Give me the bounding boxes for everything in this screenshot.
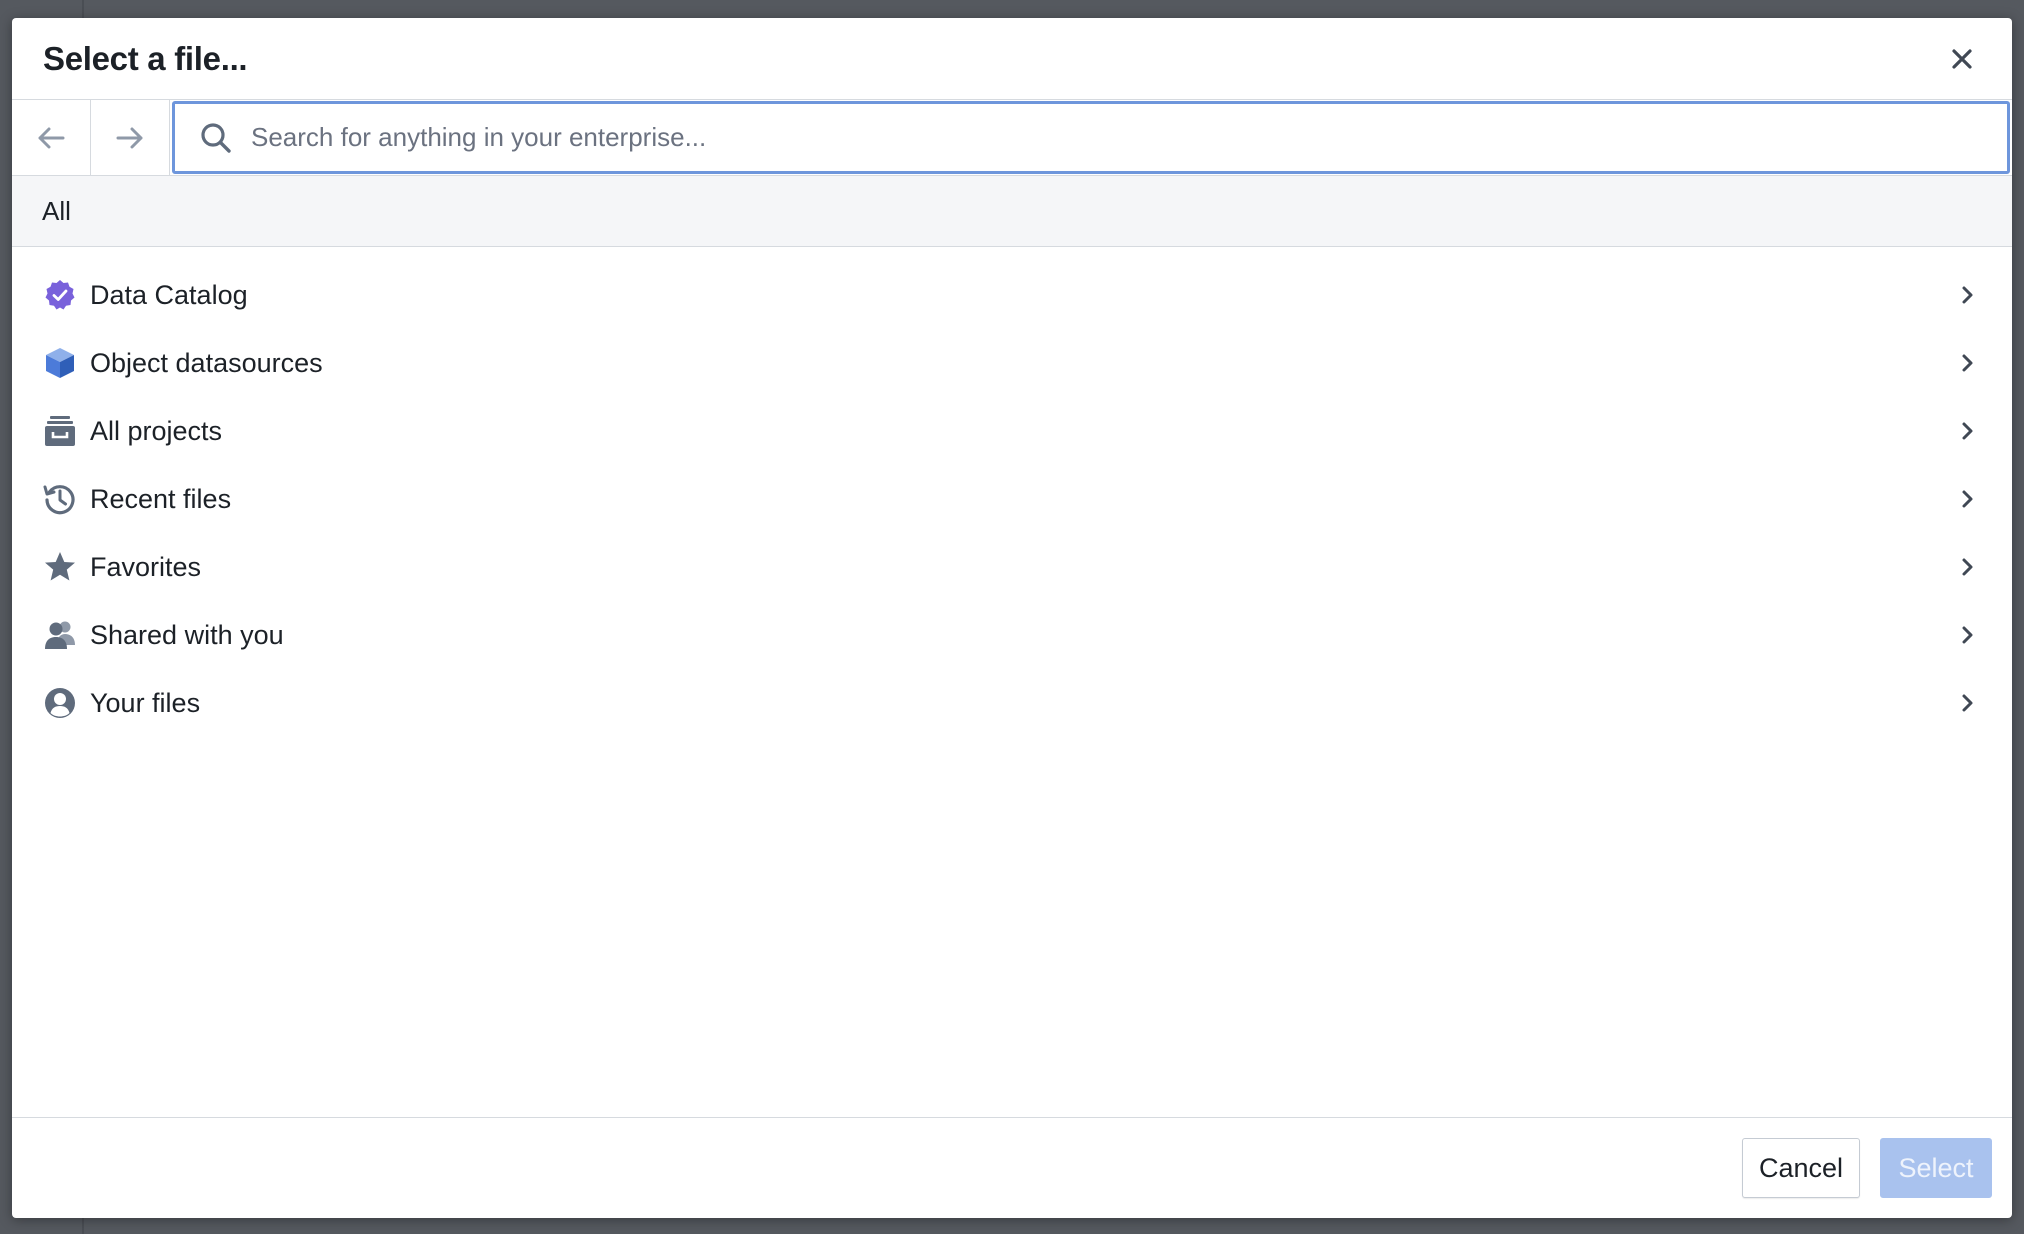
cube-icon <box>42 345 78 381</box>
search-icon <box>201 122 231 153</box>
chevron-right-icon <box>1952 416 1982 446</box>
location-list: Data Catalog Object datasources All proj… <box>12 247 2012 737</box>
dialog-header: Select a file... <box>12 18 2012 100</box>
list-item-favorites[interactable]: Favorites <box>12 533 2012 601</box>
badge-check-icon <box>42 277 78 313</box>
list-item-shared-with-you[interactable]: Shared with you <box>12 601 2012 669</box>
dialog-title: Select a file... <box>43 39 248 77</box>
people-icon <box>42 617 78 653</box>
list-item-recent-files[interactable]: Recent files <box>12 465 2012 533</box>
chevron-right-icon <box>1952 688 1982 718</box>
user-circle-icon <box>42 685 78 721</box>
search-input[interactable] <box>251 122 2007 153</box>
navigation-row <box>12 100 2012 176</box>
list-item-label: All projects <box>90 415 223 446</box>
chevron-right-icon <box>1952 552 1982 582</box>
list-item-label: Object datasources <box>90 347 323 378</box>
list-item-all-projects[interactable]: All projects <box>12 397 2012 465</box>
chevron-right-icon <box>1952 484 1982 514</box>
forward-button[interactable] <box>91 100 170 175</box>
close-icon <box>1952 48 1972 69</box>
chevron-right-icon <box>1952 620 1982 650</box>
breadcrumb-bar: All <box>12 176 2012 247</box>
breadcrumb-all[interactable]: All <box>42 196 71 227</box>
arrow-right-icon <box>116 127 143 148</box>
list-item-object-datasources[interactable]: Object datasources <box>12 329 2012 397</box>
select-button[interactable]: Select <box>1880 1138 1992 1198</box>
cancel-button[interactable]: Cancel <box>1742 1138 1860 1198</box>
chevron-right-icon <box>1952 280 1982 310</box>
dialog-footer: Cancel Select <box>12 1117 2012 1218</box>
arrow-left-icon <box>38 127 65 148</box>
list-item-label: Shared with you <box>90 619 284 650</box>
archive-box-icon <box>42 413 78 449</box>
list-item-your-files[interactable]: Your files <box>12 669 2012 737</box>
file-select-dialog: Select a file... All <box>12 18 2012 1218</box>
chevron-right-icon <box>1952 348 1982 378</box>
list-item-label: Recent files <box>90 483 232 514</box>
star-icon <box>42 549 78 585</box>
list-item-label: Data Catalog <box>90 279 248 310</box>
close-button[interactable] <box>1942 39 1982 79</box>
search-box[interactable] <box>172 101 2010 174</box>
back-button[interactable] <box>12 100 91 175</box>
list-item-label: Your files <box>90 687 201 718</box>
history-icon <box>42 481 78 517</box>
list-item-label: Favorites <box>90 551 202 582</box>
list-item-data-catalog[interactable]: Data Catalog <box>12 261 2012 329</box>
